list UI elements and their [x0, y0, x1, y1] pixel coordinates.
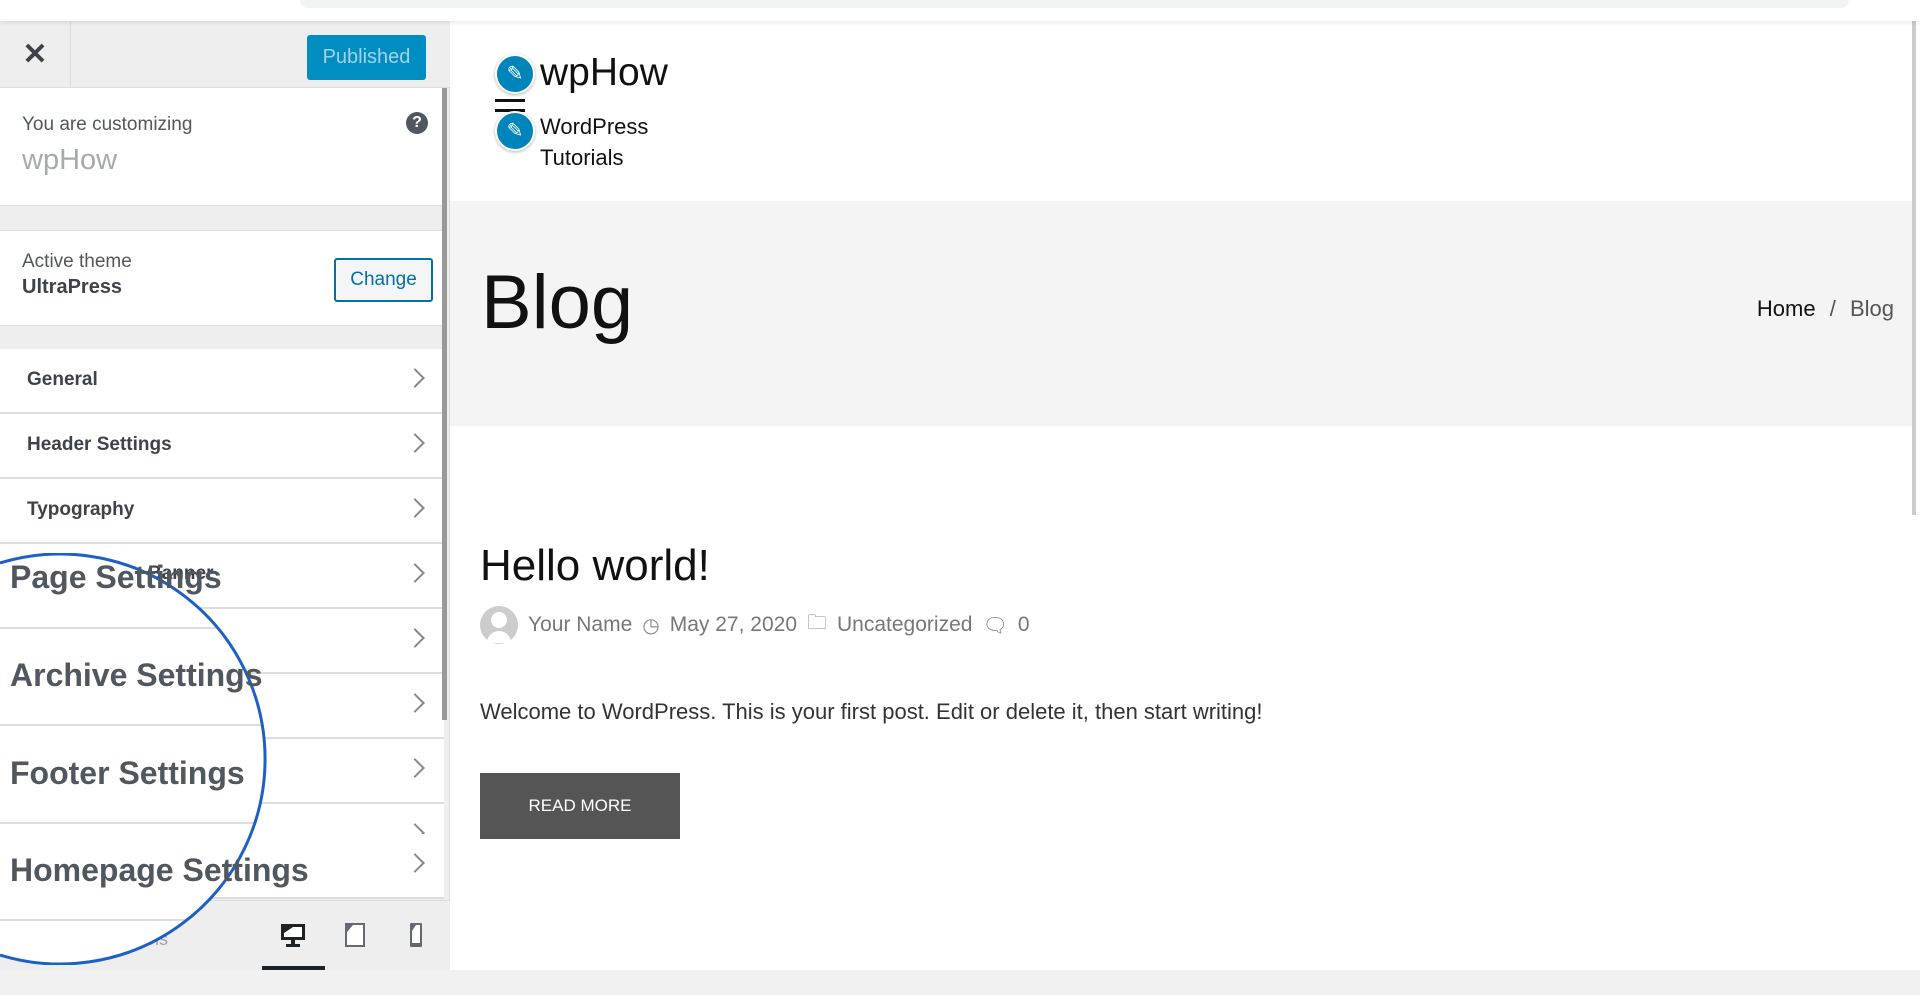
site-tagline: WordPress Tutorials [540, 114, 649, 170]
active-theme-name: UltraPress [22, 276, 123, 298]
chevron-right-icon [405, 758, 425, 778]
edit-pencil-icon[interactable]: ✎ [495, 54, 535, 94]
menu-icon[interactable] [495, 99, 525, 102]
sidebar-item-label: Typography [27, 499, 135, 520]
comment-icon: 🗨 [982, 614, 1008, 637]
bottom-band [0, 970, 1920, 995]
magnified-item-homepage-settings: Homepage Settings [10, 852, 309, 888]
active-theme-label: Active theme [22, 251, 132, 272]
post-author[interactable]: Your Name [528, 613, 632, 637]
customizing-label: You are customizing [22, 114, 193, 135]
sidebar-item-header-settings[interactable]: Header Settings [0, 414, 444, 479]
breadcrumb-separator: / [1829, 296, 1836, 321]
chevron-right-icon [405, 433, 425, 453]
magnified-item-footer-settings: Footer Settings [10, 755, 245, 791]
help-icon[interactable]: ? [406, 112, 428, 134]
site-name: wpHow [22, 144, 118, 176]
sidebar-scrollbar[interactable] [442, 88, 447, 720]
folder-icon: 🗀 [807, 612, 828, 634]
close-icon[interactable]: ✕ [0, 21, 71, 88]
post-comments[interactable]: 0 [1018, 613, 1030, 637]
chevron-right-icon [405, 628, 425, 648]
magnified-item-archive-settings: Archive Settings [10, 657, 263, 693]
post-excerpt: Welcome to WordPress. This is your first… [480, 699, 1263, 724]
page-title: Blog [481, 260, 634, 345]
site-title[interactable]: wpHow [540, 51, 668, 95]
post-title[interactable]: Hello world! [480, 541, 710, 591]
active-theme-section: Active theme UltraPress Change [0, 230, 444, 326]
chevron-right-icon [405, 693, 425, 713]
tablet-preview-icon[interactable] [341, 921, 369, 949]
change-theme-button[interactable]: Change [334, 258, 433, 302]
mobile-preview-icon[interactable] [402, 921, 430, 949]
sidebar-item-label: Header Settings [27, 434, 172, 455]
read-more-button[interactable]: READ MORE [480, 773, 680, 839]
sidebar-item-label: General [27, 369, 98, 390]
published-button[interactable]: Published [307, 35, 426, 80]
desktop-preview-icon[interactable] [279, 921, 307, 949]
sidebar-header: ✕ Published [0, 21, 450, 88]
chevron-right-icon [405, 368, 425, 388]
sidebar-item-general[interactable]: General [0, 349, 444, 414]
breadcrumb-home[interactable]: Home [1757, 296, 1816, 321]
chevron-right-icon [405, 498, 425, 518]
chevron-right-icon [405, 853, 425, 873]
avatar [480, 606, 518, 644]
edit-pencil-icon[interactable]: ✎ [495, 111, 535, 151]
post-category[interactable]: Uncategorized [837, 613, 972, 637]
site-preview: ✎ wpHow ✎ WordPress Tutorials Blog Home … [450, 21, 1920, 970]
breadcrumb: Home / Blog [1757, 296, 1894, 322]
preview-scrollbar[interactable] [1912, 21, 1916, 515]
post-meta: Your Name ◷ May 27, 2020 🗀 Uncategorized… [480, 606, 1030, 644]
chevron-right-icon [405, 563, 425, 583]
customizing-info: You are customizing wpHow ? [0, 88, 444, 206]
magnified-item-page-settings: Page Settings [10, 559, 222, 595]
breadcrumb-current: Blog [1849, 296, 1894, 321]
browser-top-strip [0, 0, 1920, 21]
sidebar-item-typography[interactable]: Typography [0, 479, 444, 544]
address-bar[interactable] [300, 0, 1849, 8]
clock-icon: ◷ [642, 614, 660, 637]
page-banner: Blog Home / Blog [450, 201, 1914, 426]
post-date[interactable]: May 27, 2020 [670, 613, 797, 637]
